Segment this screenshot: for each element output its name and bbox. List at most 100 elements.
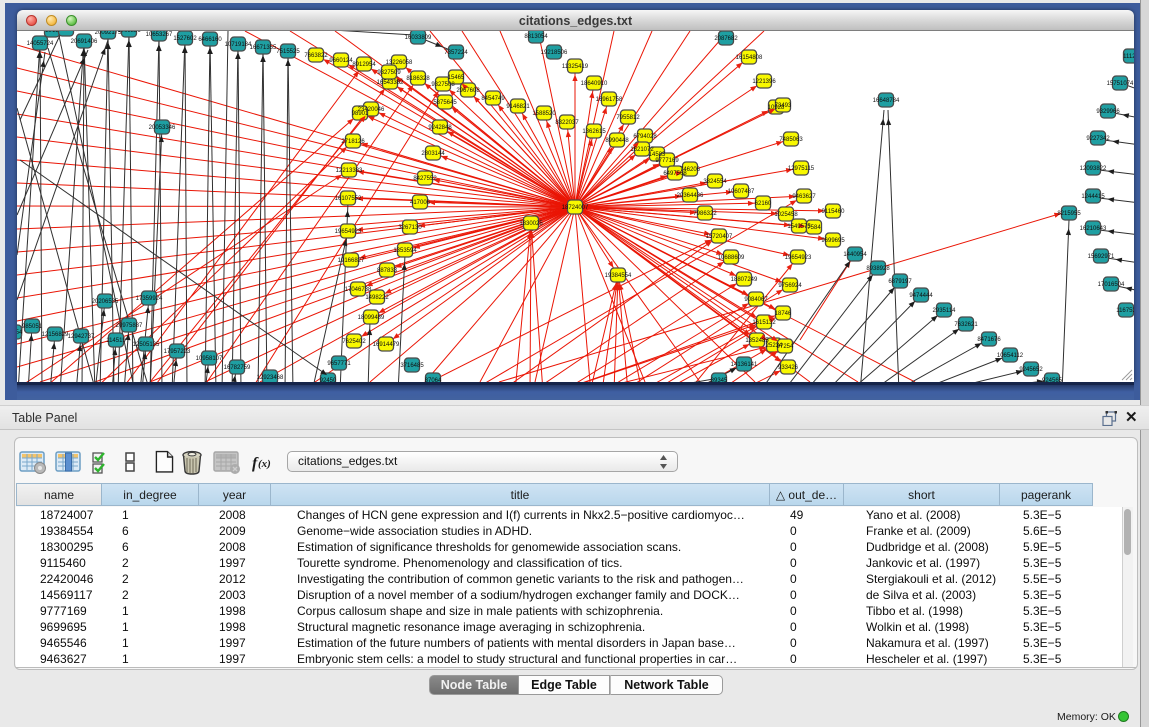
svg-text:11325419: 11325419: [562, 64, 589, 70]
svg-text:7955812: 7955812: [616, 115, 640, 121]
svg-text:20975887: 20975887: [116, 323, 143, 329]
svg-text:8990448: 8990448: [605, 138, 629, 144]
svg-text:12213383: 12213383: [336, 168, 363, 174]
svg-text:19218506: 19218506: [541, 50, 568, 56]
svg-text:19654923: 19654923: [335, 229, 362, 235]
svg-text:20083: 20083: [58, 31, 75, 33]
svg-text:9699695: 9699695: [821, 238, 845, 244]
svg-text:9657771: 9657771: [327, 361, 351, 367]
svg-text:1830025: 1830025: [519, 221, 543, 227]
svg-text:10958107: 10958107: [196, 356, 223, 362]
svg-text:116753: 116753: [1116, 308, 1134, 314]
svg-text:2967608: 2967608: [456, 88, 480, 94]
svg-text:9756924: 9756924: [778, 283, 802, 289]
svg-text:1615132: 1615132: [752, 320, 776, 326]
svg-text:9327509: 9327509: [377, 70, 401, 76]
svg-text:8912954: 8912954: [352, 62, 376, 68]
svg-text:8427552: 8427552: [413, 176, 437, 182]
svg-text:17957223: 17957223: [164, 349, 191, 355]
svg-text:1353594: 1353594: [393, 248, 417, 254]
svg-text:20053346: 20053346: [149, 125, 176, 131]
svg-text:97254: 97254: [777, 344, 794, 350]
svg-text:18099489: 18099489: [358, 315, 385, 321]
svg-text:12156829: 12156829: [42, 332, 69, 338]
svg-text:15751074: 15751074: [1107, 81, 1134, 87]
svg-text:16961758: 16961758: [596, 97, 623, 103]
svg-text:9777169: 9777169: [655, 158, 679, 164]
svg-text:6794028: 6794028: [633, 134, 657, 140]
svg-text:8938928: 8938928: [866, 266, 890, 272]
svg-text:1362615: 1362615: [582, 129, 606, 135]
svg-text:10607487: 10607487: [728, 189, 755, 195]
svg-text:10654112: 10654112: [997, 353, 1024, 359]
svg-text:7663822: 7663822: [304, 53, 328, 59]
svg-text:2718126: 2718126: [341, 139, 365, 145]
svg-text:9327508: 9327508: [431, 82, 455, 88]
svg-text:2935114: 2935114: [933, 308, 957, 314]
svg-text:8813054: 8813054: [524, 34, 548, 40]
svg-text:7515525: 7515525: [276, 49, 300, 55]
svg-text:17046738: 17046738: [345, 287, 372, 293]
svg-text:7632621: 7632621: [954, 322, 978, 328]
svg-text:933426: 933426: [778, 365, 799, 371]
svg-text:3824554: 3824554: [703, 179, 727, 185]
svg-text:9474444: 9474444: [909, 293, 933, 299]
svg-text:9245652: 9245652: [1019, 367, 1043, 373]
svg-text:1588520: 1588520: [532, 111, 556, 117]
svg-text:(x): (x): [258, 458, 271, 470]
svg-text:1440954: 1440954: [843, 252, 867, 258]
svg-text:6879197: 6879197: [888, 279, 912, 285]
svg-text:12942737: 12942737: [68, 334, 95, 340]
svg-text:9227342: 9227342: [1086, 136, 1110, 142]
svg-text:17016504: 17016504: [1098, 282, 1125, 288]
svg-text:9660124: 9660124: [329, 58, 353, 64]
svg-text:1498222: 1498222: [365, 295, 389, 301]
svg-text:9146821: 9146821: [506, 104, 530, 110]
svg-text:18724007: 18724007: [562, 205, 589, 211]
svg-text:20691406: 20691406: [71, 39, 98, 45]
svg-text:2803144: 2803144: [421, 151, 445, 157]
svg-text:18807249: 18807249: [731, 277, 758, 283]
svg-text:9115460: 9115460: [822, 209, 846, 215]
svg-text:19384554: 19384554: [605, 273, 632, 279]
svg-text:9242848: 9242848: [428, 125, 452, 131]
svg-text:62160: 62160: [755, 201, 772, 207]
svg-text:8322037: 8322037: [555, 120, 579, 126]
svg-text:16914479: 16914479: [373, 342, 400, 348]
svg-text:15692971: 15692971: [1088, 254, 1115, 260]
svg-text:1065326: 1065326: [117, 31, 141, 34]
svg-text:12505135: 12505135: [133, 342, 160, 348]
svg-text:73493: 73493: [775, 103, 792, 109]
svg-text:417006: 417006: [410, 200, 431, 206]
svg-text:20206535: 20206535: [92, 299, 119, 305]
svg-text:17359924: 17359924: [136, 296, 163, 302]
svg-text:13226058: 13226058: [386, 60, 413, 66]
svg-text:15720407: 15720407: [706, 234, 733, 240]
svg-text:14136141: 14136141: [731, 362, 758, 368]
svg-text:98901: 98901: [352, 111, 369, 117]
svg-text:8186328: 8186328: [406, 76, 430, 82]
svg-text:6466160: 6466160: [198, 37, 222, 43]
svg-text:19166827: 19166827: [338, 258, 365, 264]
svg-text:8471676: 8471676: [977, 337, 1001, 343]
svg-text:16210643: 16210643: [1080, 226, 1107, 232]
svg-text:8454749: 8454749: [481, 96, 505, 102]
svg-text:1221396: 1221396: [752, 79, 776, 85]
svg-text:15465: 15465: [448, 75, 465, 81]
svg-text:10688609: 10688609: [718, 255, 745, 261]
svg-text:39154: 39154: [17, 330, 23, 336]
svg-text:2087682: 2087682: [714, 36, 738, 42]
svg-text:7625402: 7625402: [342, 339, 366, 345]
svg-text:16671355: 16671355: [250, 45, 277, 51]
svg-text:3267130: 3267130: [398, 225, 422, 231]
svg-text:1527602: 1527602: [173, 36, 197, 42]
svg-text:11122: 11122: [1123, 54, 1134, 60]
svg-text:1244415: 1244415: [1081, 194, 1105, 200]
svg-text:985051: 985051: [22, 324, 43, 330]
svg-text:887833: 887833: [377, 268, 398, 274]
svg-text:14055724: 14055724: [27, 41, 54, 47]
svg-text:7584: 7584: [807, 225, 821, 231]
svg-text:1025458: 1025458: [774, 212, 798, 218]
svg-text:6497568: 6497568: [663, 171, 687, 177]
svg-text:7357224: 7357224: [444, 50, 468, 56]
